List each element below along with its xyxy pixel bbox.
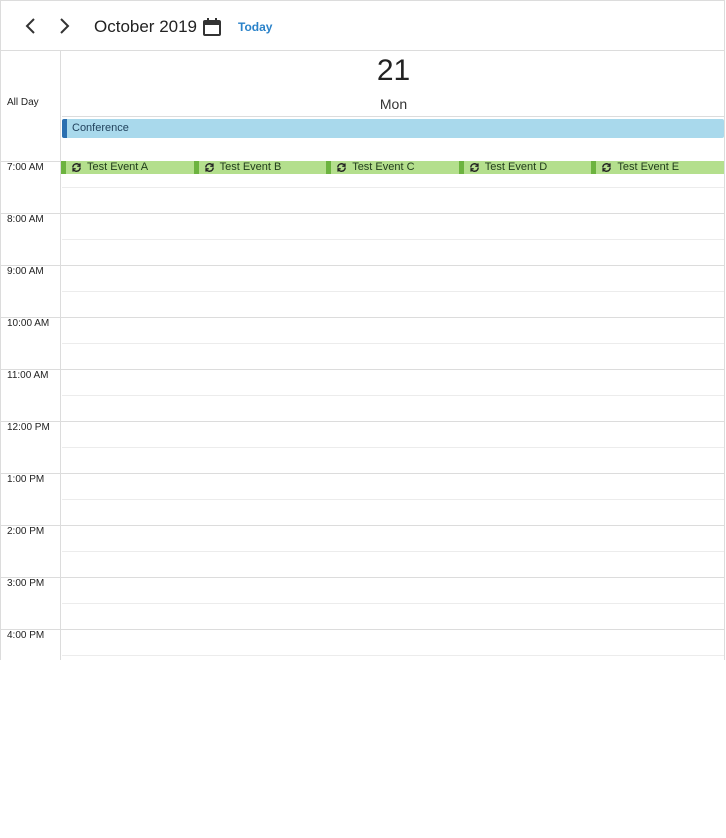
hour-line <box>1 629 724 630</box>
hour-label: 2:00 PM <box>7 526 45 537</box>
calendar: October 2019 Today All Day 21 Mon Confer… <box>0 0 725 660</box>
recurring-icon <box>337 163 347 172</box>
hour-line <box>1 473 724 474</box>
calendar-picker-button[interactable] <box>202 17 222 37</box>
event-title: Test Event B <box>219 161 282 173</box>
half-hour-line <box>62 655 724 656</box>
hour-line <box>1 577 724 578</box>
hour-label: 7:00 AM <box>7 162 44 173</box>
event-item[interactable]: Test Event B <box>193 161 327 174</box>
hour-line <box>1 317 724 318</box>
day-name: Mon <box>379 96 408 112</box>
hour-label: 9:00 AM <box>7 266 44 277</box>
recurring-icon <box>72 163 81 172</box>
hour-label: 8:00 AM <box>7 214 44 225</box>
event-title: Test Event D <box>484 161 548 173</box>
hour-label: 10:00 AM <box>7 318 50 329</box>
month-title: October 2019 <box>94 17 198 36</box>
hour-label: 4:00 PM <box>7 630 45 641</box>
next-button[interactable] <box>53 15 75 37</box>
half-hour-line <box>62 187 724 188</box>
hour-line <box>1 265 724 266</box>
recurring-icon <box>204 163 214 172</box>
day-header[interactable]: 21 Mon <box>62 51 724 117</box>
day-number: 21 <box>376 54 411 87</box>
half-hour-line <box>62 499 724 500</box>
half-hour-line <box>62 551 724 552</box>
half-hour-line <box>62 395 724 396</box>
half-hour-line <box>62 343 724 344</box>
allday-event-title: Conference <box>72 122 129 134</box>
hour-label: 12:00 PM <box>7 422 50 433</box>
event-item[interactable]: Test Event A <box>61 161 194 174</box>
allday-event[interactable]: Conference <box>62 119 724 138</box>
event-title: Test Event A <box>87 161 149 173</box>
today-button[interactable]: Today <box>238 20 272 34</box>
hour-line <box>1 421 724 422</box>
event-title: Test Event C <box>352 161 415 173</box>
half-hour-line <box>62 603 724 604</box>
calendar-toolbar: October 2019 Today <box>1 1 724 51</box>
hour-label: 1:00 PM <box>7 474 45 485</box>
hour-line <box>1 369 724 370</box>
event-item[interactable]: Test Event D <box>458 161 592 174</box>
chevron-right-icon <box>60 18 70 34</box>
hour-label: 11:00 AM <box>7 370 49 381</box>
event-title: Test Event E <box>617 161 680 173</box>
recurring-icon <box>602 163 612 172</box>
event-item[interactable]: Test Event E <box>591 161 724 174</box>
chevron-left-icon <box>25 18 35 34</box>
event-item[interactable]: Test Event C <box>326 161 459 174</box>
prev-button[interactable] <box>20 15 42 37</box>
half-hour-line <box>62 291 724 292</box>
hour-line <box>1 525 724 526</box>
hour-line <box>1 213 724 214</box>
hour-label: 3:00 PM <box>7 578 45 589</box>
half-hour-line <box>62 447 724 448</box>
calendar-icon <box>203 18 221 36</box>
allday-label: All Day <box>7 97 39 108</box>
time-grid[interactable]: 7:00 AM 8:00 AM 9:00 AM 10:00 AM 11:00 AM 12:… <box>1 161 724 660</box>
recurring-icon <box>469 163 479 172</box>
half-hour-line <box>62 239 724 240</box>
